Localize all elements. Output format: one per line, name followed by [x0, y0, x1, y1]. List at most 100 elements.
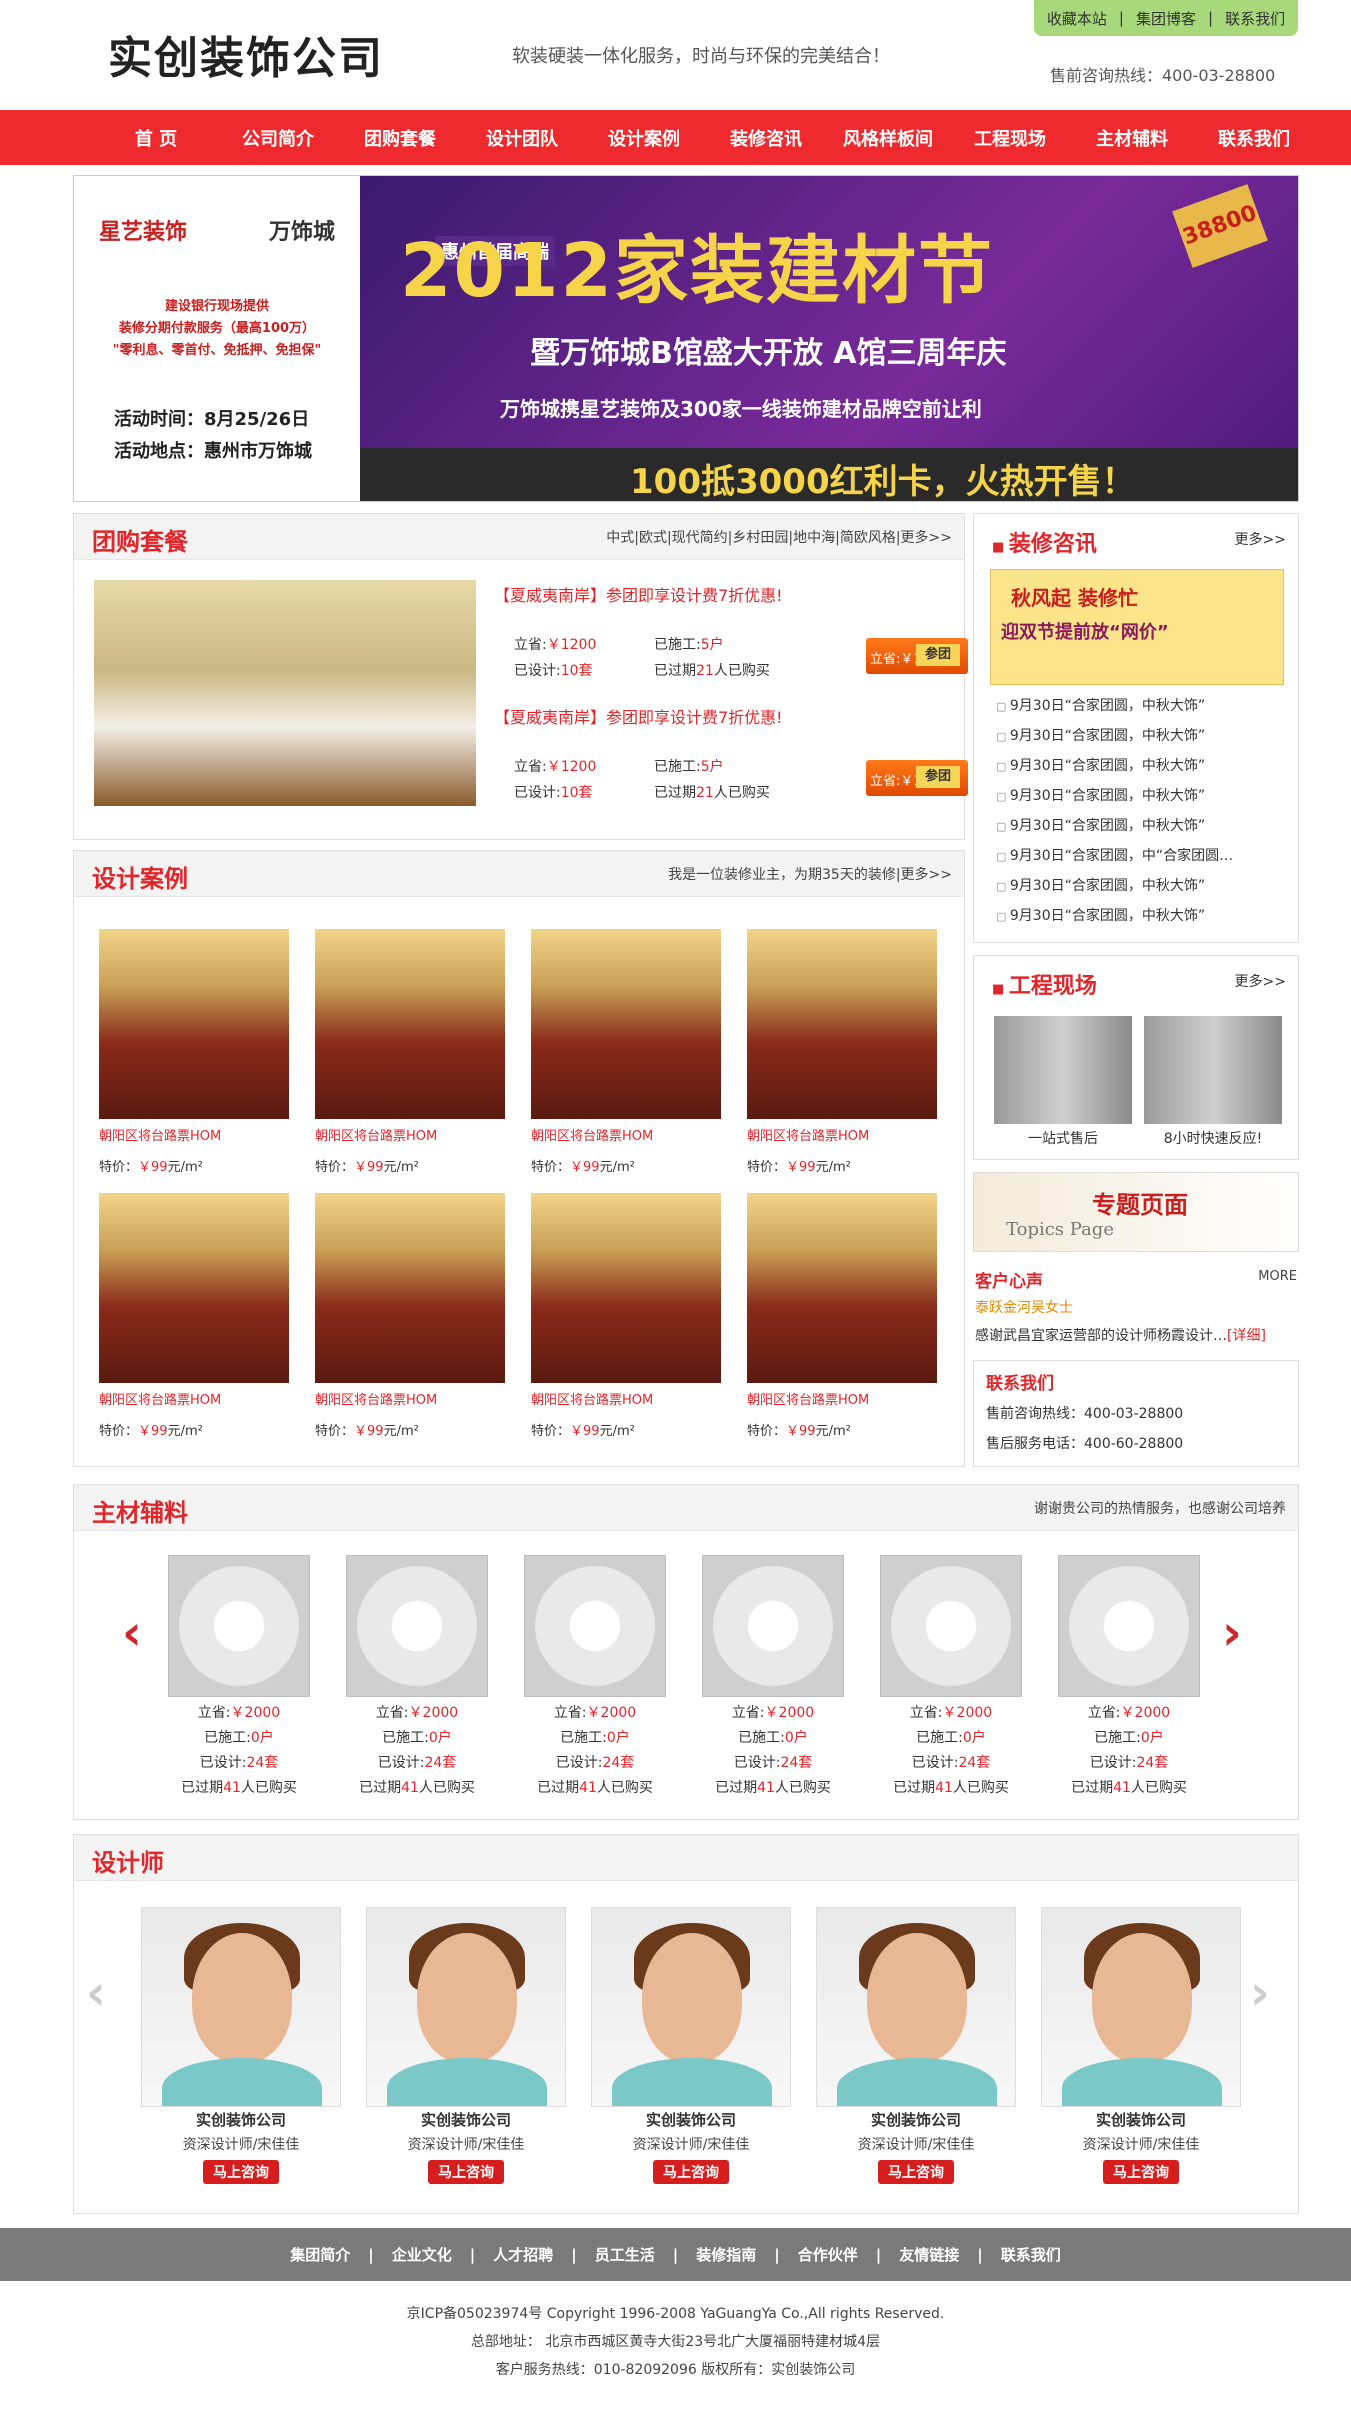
- site-photo[interactable]: [994, 1016, 1132, 1124]
- case-photo[interactable]: [99, 1193, 289, 1383]
- news-ad[interactable]: 秋风起 装修忙 迎双节提前放“网价”: [990, 569, 1284, 685]
- news-item[interactable]: 9月30日“合家团圆，中秋大饰”: [996, 691, 1233, 721]
- designer-photo[interactable]: [816, 1907, 1016, 2107]
- nav-news[interactable]: 装修咨讯: [705, 125, 827, 151]
- nav-site[interactable]: 工程现场: [949, 125, 1071, 151]
- news-item[interactable]: 9月30日“合家团圆，中秋大饰”: [996, 811, 1233, 841]
- designer-photo[interactable]: [591, 1907, 791, 2107]
- case-photo[interactable]: [531, 1193, 721, 1383]
- case-photo[interactable]: [315, 929, 505, 1119]
- case-name[interactable]: 朝阳区将台路票HOM: [747, 1389, 937, 1408]
- consult-button[interactable]: 马上咨询: [653, 2160, 729, 2184]
- nav-design-team[interactable]: 设计团队: [461, 125, 583, 151]
- news-item[interactable]: 9月30日“合家团圆，中秋大饰”: [996, 901, 1233, 931]
- material-card[interactable]: 立省:￥2000 已施工:0户 已设计:24套 已过期41人已购买: [159, 1555, 319, 1801]
- footer-link[interactable]: 企业文化: [392, 2244, 452, 2265]
- contact-link[interactable]: 联系我们: [1225, 8, 1285, 29]
- case-card[interactable]: 朝阳区将台路票HOM 特价：￥99元/m²: [315, 1193, 505, 1439]
- footer-link[interactable]: 装修指南: [696, 2244, 756, 2265]
- footer-link[interactable]: 联系我们: [1001, 2244, 1061, 2265]
- footer-link[interactable]: 员工生活: [595, 2244, 655, 2265]
- prev-arrow-icon[interactable]: ‹: [86, 1965, 106, 2021]
- material-photo[interactable]: [168, 1555, 310, 1697]
- nav-materials[interactable]: 主材辅料: [1071, 125, 1193, 151]
- prev-arrow-icon[interactable]: ‹: [122, 1605, 142, 1661]
- news-more-link[interactable]: 更多>>: [1235, 529, 1286, 549]
- nav-about[interactable]: 公司简介: [217, 125, 339, 151]
- case-photo[interactable]: [747, 1193, 937, 1383]
- designer-card[interactable]: 实创装饰公司 资深设计师/宋佳佳 马上咨询: [141, 1907, 341, 2184]
- footer-link[interactable]: 合作伙伴: [798, 2244, 858, 2265]
- news-item[interactable]: 9月30日“合家团圆，中秋大饰”: [996, 871, 1233, 901]
- consult-button[interactable]: 马上咨询: [878, 2160, 954, 2184]
- case-card[interactable]: 朝阳区将台路票HOM 特价：￥99元/m²: [747, 929, 937, 1175]
- join-group-button[interactable]: 立省:￥1200 参团: [866, 760, 968, 796]
- nav-contact[interactable]: 联系我们: [1193, 125, 1315, 151]
- news-item[interactable]: 9月30日“合家团圆，中“合家团圆…: [996, 841, 1233, 871]
- next-arrow-icon[interactable]: ›: [1250, 1965, 1270, 2021]
- topics-banner[interactable]: 专题页面 Topics Page: [973, 1172, 1299, 1252]
- case-photo[interactable]: [531, 929, 721, 1119]
- material-card[interactable]: 立省:￥2000 已施工:0户 已设计:24套 已过期41人已购买: [1049, 1555, 1209, 1801]
- consult-button[interactable]: 马上咨询: [203, 2160, 279, 2184]
- case-card[interactable]: 朝阳区将台路票HOM 特价：￥99元/m²: [531, 1193, 721, 1439]
- promo-banner[interactable]: 星艺装饰 万饰城 建设银行现场提供 装修分期付款服务（最高100万） "零利息、…: [73, 175, 1299, 502]
- case-photo[interactable]: [747, 929, 937, 1119]
- case-photo[interactable]: [315, 1193, 505, 1383]
- case-name[interactable]: 朝阳区将台路票HOM: [315, 1125, 505, 1144]
- bookmark-link[interactable]: 收藏本站: [1047, 8, 1107, 29]
- designer-card[interactable]: 实创装饰公司 资深设计师/宋佳佳 马上咨询: [816, 1907, 1016, 2184]
- news-item[interactable]: 9月30日“合家团圆，中秋大饰”: [996, 781, 1233, 811]
- footer-link[interactable]: 集团简介: [290, 2244, 350, 2265]
- nav-cases[interactable]: 设计案例: [583, 125, 705, 151]
- designer-photo[interactable]: [141, 1907, 341, 2107]
- case-name[interactable]: 朝阳区将台路票HOM: [531, 1125, 721, 1144]
- material-photo[interactable]: [880, 1555, 1022, 1697]
- material-card[interactable]: 立省:￥2000 已施工:0户 已设计:24套 已过期41人已购买: [693, 1555, 853, 1801]
- material-photo[interactable]: [1058, 1555, 1200, 1697]
- consult-button[interactable]: 马上咨询: [1103, 2160, 1179, 2184]
- designer-photo[interactable]: [366, 1907, 566, 2107]
- designer-card[interactable]: 实创装饰公司 资深设计师/宋佳佳 马上咨询: [1041, 1907, 1241, 2184]
- case-card[interactable]: 朝阳区将台路票HOM 特价：￥99元/m²: [315, 929, 505, 1175]
- material-card[interactable]: 立省:￥2000 已施工:0户 已设计:24套 已过期41人已购买: [337, 1555, 497, 1801]
- cases-more-link[interactable]: 我是一位装修业主，为期35天的装修|更多>>: [668, 864, 952, 884]
- client-more-link[interactable]: MORE: [1258, 1269, 1297, 1284]
- case-name[interactable]: 朝阳区将台路票HOM: [99, 1125, 289, 1144]
- site-logo[interactable]: 实创装饰公司: [108, 22, 384, 86]
- material-photo[interactable]: [346, 1555, 488, 1697]
- group-more-link[interactable]: 中式|欧式|现代简约|乡村田园|地中海|简欧风格|更多>>: [606, 527, 952, 547]
- nav-home[interactable]: 首 页: [95, 125, 217, 151]
- nav-group-buy[interactable]: 团购套餐: [339, 125, 461, 151]
- nav-showroom[interactable]: 风格样板间: [827, 125, 949, 151]
- case-card[interactable]: 朝阳区将台路票HOM 特价：￥99元/m²: [531, 929, 721, 1175]
- blog-link[interactable]: 集团博客: [1136, 8, 1196, 29]
- case-card[interactable]: 朝阳区将台路票HOM 特价：￥99元/m²: [747, 1193, 937, 1439]
- case-name[interactable]: 朝阳区将台路票HOM: [531, 1389, 721, 1408]
- site-more-link[interactable]: 更多>>: [1235, 971, 1286, 991]
- material-card[interactable]: 立省:￥2000 已施工:0户 已设计:24套 已过期41人已购买: [871, 1555, 1031, 1801]
- case-name[interactable]: 朝阳区将台路票HOM: [747, 1125, 937, 1144]
- join-group-button[interactable]: 立省:￥1200 参团: [866, 638, 968, 674]
- site-photo[interactable]: [1144, 1016, 1282, 1124]
- designer-card[interactable]: 实创装饰公司 资深设计师/宋佳佳 马上咨询: [591, 1907, 791, 2184]
- case-card[interactable]: 朝阳区将台路票HOM 特价：￥99元/m²: [99, 1193, 289, 1439]
- material-card[interactable]: 立省:￥2000 已施工:0户 已设计:24套 已过期41人已购买: [515, 1555, 675, 1801]
- designer-photo[interactable]: [1041, 1907, 1241, 2107]
- group-item-title[interactable]: 【夏威夷南岸】参团即享设计费7折优惠!: [494, 582, 783, 606]
- news-item[interactable]: 9月30日“合家团圆，中秋大饰”: [996, 751, 1233, 781]
- footer-link[interactable]: 友情链接: [899, 2244, 959, 2265]
- client-detail-link[interactable]: [详细]: [1227, 1328, 1266, 1344]
- case-name[interactable]: 朝阳区将台路票HOM: [99, 1389, 289, 1408]
- room-photo[interactable]: [94, 580, 476, 806]
- case-card[interactable]: 朝阳区将台路票HOM 特价：￥99元/m²: [99, 929, 289, 1175]
- news-item[interactable]: 9月30日“合家团圆，中秋大饰”: [996, 721, 1233, 751]
- group-item-title[interactable]: 【夏威夷南岸】参团即享设计费7折优惠!: [494, 704, 783, 728]
- material-photo[interactable]: [524, 1555, 666, 1697]
- designer-card[interactable]: 实创装饰公司 资深设计师/宋佳佳 马上咨询: [366, 1907, 566, 2184]
- case-photo[interactable]: [99, 929, 289, 1119]
- footer-link[interactable]: 人才招聘: [493, 2244, 553, 2265]
- consult-button[interactable]: 马上咨询: [428, 2160, 504, 2184]
- case-name[interactable]: 朝阳区将台路票HOM: [315, 1389, 505, 1408]
- next-arrow-icon[interactable]: ›: [1222, 1605, 1242, 1661]
